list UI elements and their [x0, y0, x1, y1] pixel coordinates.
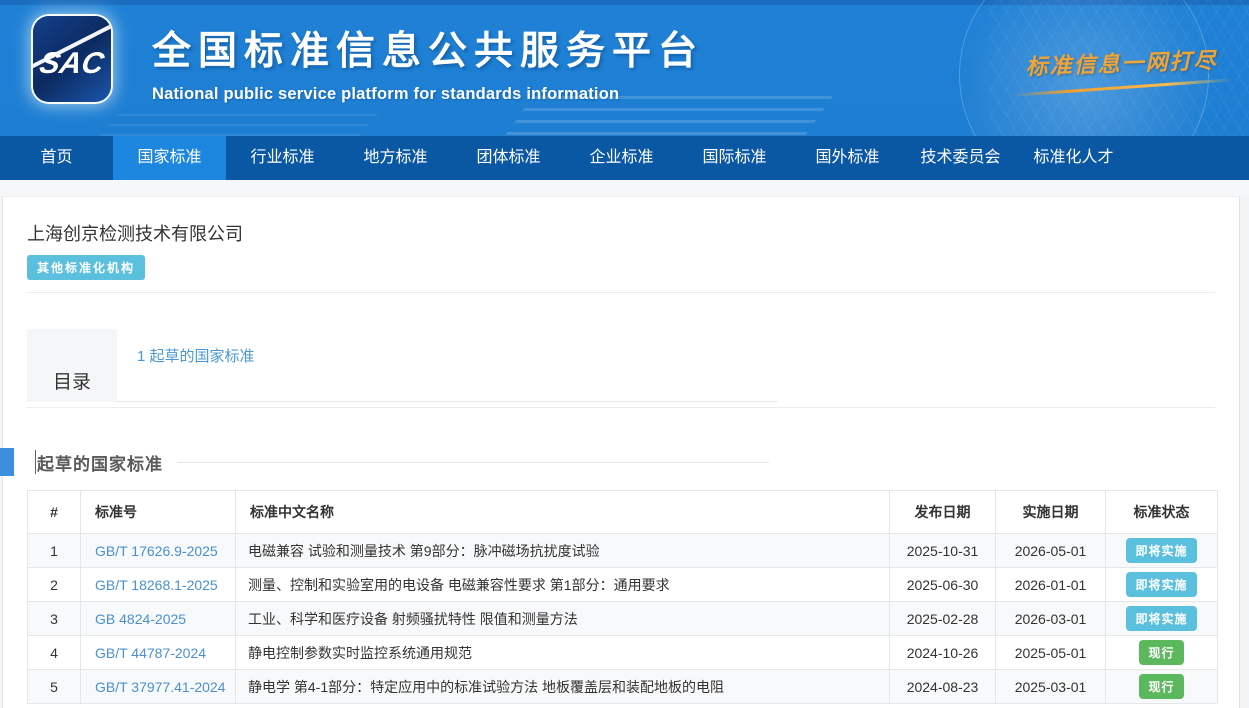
- standard-code-link[interactable]: GB/T 17626.9-2025: [95, 543, 218, 559]
- publish-date-cell: 2024-08-23: [890, 670, 996, 704]
- section-title: 起草的国家标准: [37, 450, 163, 475]
- nav-item-国家标准[interactable]: 国家标准: [113, 136, 226, 180]
- nav-item-国际标准[interactable]: 国际标准: [678, 136, 791, 180]
- standard-name-cell: 静电学 第4-1部分：特定应用中的标准试验方法 地板覆盖层和装配地板的电阻: [236, 670, 890, 704]
- header-standard-code: 标准号: [81, 491, 236, 534]
- company-name: 上海创京检测技术有限公司: [27, 197, 1215, 246]
- row-index-cell: 1: [28, 534, 81, 568]
- status-badge: 现行: [1139, 640, 1183, 665]
- sac-logo[interactable]: SAC: [33, 16, 111, 102]
- catalog-list: 1 起草的国家标准: [117, 329, 778, 402]
- standard-code-link[interactable]: GB/T 18268.1-2025: [95, 577, 218, 593]
- standard-code-link[interactable]: GB/T 44787-2024: [95, 645, 206, 661]
- standard-code-cell: GB/T 44787-2024: [81, 636, 236, 670]
- nav-item-行业标准[interactable]: 行业标准: [226, 136, 339, 180]
- nav-item-团体标准[interactable]: 团体标准: [452, 136, 565, 180]
- table-row: 2 GB/T 18268.1-2025 测量、控制和实验室用的电设备 电磁兼容性要求…: [28, 568, 1218, 602]
- table-row: 1 GB/T 17626.9-2025 电磁兼容 试验和测量技术 第9部分：脉冲磁场…: [28, 534, 1218, 568]
- status-cell: 即将实施: [1106, 568, 1218, 602]
- catalog-link[interactable]: 1 起草的国家标准: [137, 348, 255, 365]
- header-standard-name: 标准中文名称: [236, 491, 890, 534]
- section-header: 起草的国家标准: [27, 448, 1215, 476]
- table-row: 3GB 4824-2025工业、科学和医疗设备 射频骚扰特性 限值和测量方法20…: [28, 602, 1218, 636]
- header-implement-date: 实施日期: [996, 491, 1106, 534]
- standard-name-cell: 电磁兼容 试验和测量技术 第9部分：脉冲磁场抗扰度试验: [236, 534, 890, 568]
- divider-under-catalog: [27, 407, 1215, 408]
- status-badge: 即将实施: [1126, 538, 1196, 563]
- site-header: SAC 全国标准信息公共服务平台 National public service…: [0, 0, 1249, 136]
- page-background: 上海创京检测技术有限公司 其他标准化机构 目录 1 起草的国家标准 起草的国家标…: [0, 196, 1249, 708]
- implement-date-cell: 2026-03-01: [996, 602, 1106, 636]
- nav-item-标准化人才[interactable]: 标准化人才: [1017, 136, 1130, 180]
- sac-logo-text: SAC: [37, 47, 106, 81]
- catalog-label: 目录: [27, 329, 117, 402]
- site-title-english: National public service platform for sta…: [152, 85, 704, 104]
- standard-name-cell: 工业、科学和医疗设备 射频骚扰特性 限值和测量方法: [236, 602, 890, 636]
- status-badge: 即将实施: [1126, 606, 1196, 631]
- implement-date-cell: 2025-05-01: [996, 636, 1106, 670]
- standard-name-cell: 静电控制参数实时监控系统通用规范: [236, 636, 890, 670]
- section-decorative-line: [177, 462, 769, 463]
- nav-item-地方标准[interactable]: 地方标准: [339, 136, 452, 180]
- row-index-cell: 4: [28, 636, 81, 670]
- content-panel: 上海创京检测技术有限公司 其他标准化机构 目录 1 起草的国家标准 起草的国家标…: [2, 196, 1240, 708]
- standards-table-body: 1 GB/T 17626.9-2025 电磁兼容 试验和测量技术 第9部分：脉冲磁场…: [28, 534, 1218, 704]
- implement-date-cell: 2026-05-01: [996, 534, 1106, 568]
- nav-item-企业标准[interactable]: 企业标准: [565, 136, 678, 180]
- status-badge: 即将实施: [1126, 572, 1196, 597]
- status-cell: 现行: [1106, 636, 1218, 670]
- main-nav: 首页国家标准行业标准地方标准团体标准企业标准国际标准国外标准技术委员会标准化人才: [0, 136, 1249, 180]
- standard-code-link[interactable]: GB 4824-2025: [95, 611, 186, 627]
- status-cell: 即将实施: [1106, 534, 1218, 568]
- text-caret: [35, 450, 36, 474]
- table-row: 5 GB/T 37977.41-2024 静电学 第4-1部分：特定应用中的标准试验…: [28, 670, 1218, 704]
- header-streaks-decoration-2: [96, 106, 385, 136]
- site-titles: 全国标准信息公共服务平台 National public service pla…: [152, 20, 704, 104]
- nav-item-技术委员会[interactable]: 技术委员会: [904, 136, 1017, 180]
- standards-table: # 标准号 标准中文名称 发布日期 实施日期 标准状态 1 GB/T 17626.…: [27, 490, 1218, 704]
- section-marker: [0, 448, 14, 476]
- standard-code-cell: GB/T 17626.9-2025: [81, 534, 236, 568]
- implement-date-cell: 2026-01-01: [996, 568, 1106, 602]
- header-publish-date: 发布日期: [890, 491, 996, 534]
- publish-date-cell: 2024-10-26: [890, 636, 996, 670]
- table-header-row: # 标准号 标准中文名称 发布日期 实施日期 标准状态: [28, 491, 1218, 534]
- implement-date-cell: 2025-03-01: [996, 670, 1106, 704]
- publish-date-cell: 2025-06-30: [890, 568, 996, 602]
- publish-date-cell: 2025-10-31: [890, 534, 996, 568]
- nav-item-首页[interactable]: 首页: [0, 136, 113, 180]
- header-index: #: [28, 491, 81, 534]
- company-type-badge: 其他标准化机构: [27, 255, 145, 280]
- row-index-cell: 2: [28, 568, 81, 602]
- row-index-cell: 5: [28, 670, 81, 704]
- publish-date-cell: 2025-02-28: [890, 602, 996, 636]
- status-cell: 即将实施: [1106, 602, 1218, 636]
- status-badge: 现行: [1139, 674, 1183, 699]
- nav-item-国外标准[interactable]: 国外标准: [791, 136, 904, 180]
- standard-code-cell: GB/T 37977.41-2024: [81, 670, 236, 704]
- row-index-cell: 3: [28, 602, 81, 636]
- status-cell: 现行: [1106, 670, 1218, 704]
- standard-code-cell: GB/T 18268.1-2025: [81, 568, 236, 602]
- standard-code-link[interactable]: GB/T 37977.41-2024: [95, 679, 226, 695]
- header-status: 标准状态: [1106, 491, 1218, 534]
- catalog-widget: 目录 1 起草的国家标准: [27, 329, 778, 402]
- standard-code-cell: GB 4824-2025: [81, 602, 236, 636]
- site-title-chinese: 全国标准信息公共服务平台: [152, 20, 704, 76]
- standard-name-cell: 测量、控制和实验室用的电设备 电磁兼容性要求 第1部分：通用要求: [236, 568, 890, 602]
- divider-top: [27, 292, 1215, 293]
- table-row: 4 GB/T 44787-2024 静电控制参数实时监控系统通用规范2024-10-…: [28, 636, 1218, 670]
